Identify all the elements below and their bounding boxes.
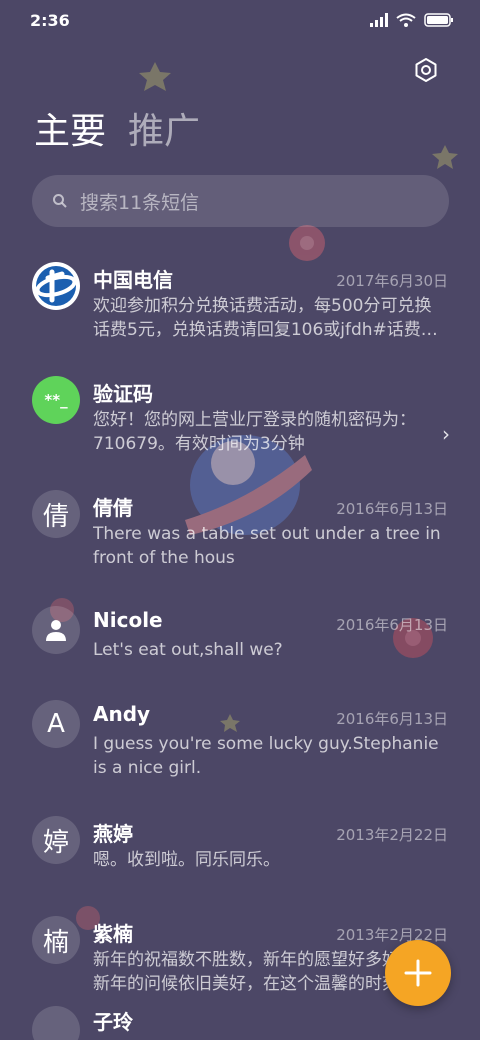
message-date: 2016年6月13日 <box>336 710 448 728</box>
avatar: A <box>32 700 80 748</box>
message-date: 2013年2月22日 <box>336 826 448 844</box>
conversation-row[interactable]: 中国电信 2017年6月30日 欢迎参加积分兑换话费活动，每500分可兑换话费5… <box>0 248 480 364</box>
message-preview: 欢迎参加积分兑换话费活动，每500分可兑换话费5元，兑换话费请回复106或jfd… <box>93 296 438 340</box>
search-placeholder: 搜索11条短信 <box>80 191 200 214</box>
person-icon <box>46 620 66 641</box>
avatar-initial: 婷 <box>42 827 69 858</box>
avatar-initial: 倩 <box>42 501 69 532</box>
chevron-right-icon[interactable]: › <box>442 422 450 446</box>
avatar <box>32 1006 80 1040</box>
avatar-initial: A <box>47 709 65 739</box>
status-bar: 2:36 <box>0 0 480 40</box>
telecom-logo-avatar <box>32 262 80 310</box>
tab-promotions[interactable]: 推广 <box>128 108 200 156</box>
conversation-row[interactable]: Nicole 2016年6月13日 Let's eat out,shall we… <box>0 596 480 690</box>
conversation-row[interactable]: 倩 倩倩 2016年6月13日 There was a table set ou… <box>0 480 480 596</box>
contact-name: Nicole <box>93 608 163 632</box>
message-preview: 嗯。收到啦。同乐同乐。 <box>93 850 280 870</box>
avatar: 倩 <box>32 490 80 538</box>
status-time: 2:36 <box>30 10 70 30</box>
avatar: 楠 <box>32 916 80 964</box>
compose-button[interactable] <box>385 940 451 1006</box>
contact-name: 子玲 <box>93 1010 133 1034</box>
plus-icon <box>404 959 432 987</box>
contact-name: 倩倩 <box>93 496 133 520</box>
tab-bar: 主要 推广 <box>34 108 200 156</box>
message-date: 2016年6月13日 <box>336 500 448 518</box>
avatar-initial: **_ <box>44 391 68 409</box>
contact-name: 验证码 <box>93 382 153 406</box>
message-preview: Let's eat out,shall we? <box>93 640 283 660</box>
avatar <box>32 606 80 654</box>
message-preview: I guess you're some lucky guy.Stephanie … <box>93 734 439 778</box>
conversation-list: 中国电信 2017年6月30日 欢迎参加积分兑换话费活动，每500分可兑换话费5… <box>0 248 480 1040</box>
status-icons <box>370 13 454 27</box>
contact-name: Andy <box>93 702 151 726</box>
avatar: 婷 <box>32 816 80 864</box>
wifi-icon <box>396 13 416 27</box>
contact-name: 中国电信 <box>93 268 173 292</box>
message-preview: There was a table set out under a tree i… <box>93 524 441 568</box>
search-bar[interactable]: 搜索11条短信 <box>32 175 449 227</box>
message-date: 2017年6月30日 <box>336 272 448 290</box>
battery-icon <box>424 13 453 27</box>
china-telecom-logo-icon <box>35 266 77 306</box>
message-date: 2016年6月13日 <box>336 616 448 634</box>
signal-icon <box>370 13 388 27</box>
settings-button[interactable] <box>410 54 442 86</box>
search-icon <box>53 194 67 208</box>
tab-primary[interactable]: 主要 <box>34 108 106 156</box>
conversation-row[interactable]: A Andy 2016年6月13日 I guess you're some lu… <box>0 690 480 806</box>
conversation-row[interactable]: 婷 燕婷 2013年2月22日 嗯。收到啦。同乐同乐。 <box>0 806 480 900</box>
avatar-initial: 楠 <box>42 927 69 958</box>
conversation-row[interactable]: 子玲 <box>0 1004 480 1040</box>
verification-avatar: **_ <box>32 376 80 424</box>
gear-icon <box>415 58 437 82</box>
contact-name: 燕婷 <box>93 822 133 846</box>
message-preview: 您好！您的网上营业厅登录的随机密码为：710679。有效时间为3分钟 <box>93 410 416 454</box>
contact-name: 紫楠 <box>93 922 133 946</box>
conversation-row[interactable]: **_ 验证码 您好！您的网上营业厅登录的随机密码为：710679。有效时间为3… <box>0 364 480 480</box>
